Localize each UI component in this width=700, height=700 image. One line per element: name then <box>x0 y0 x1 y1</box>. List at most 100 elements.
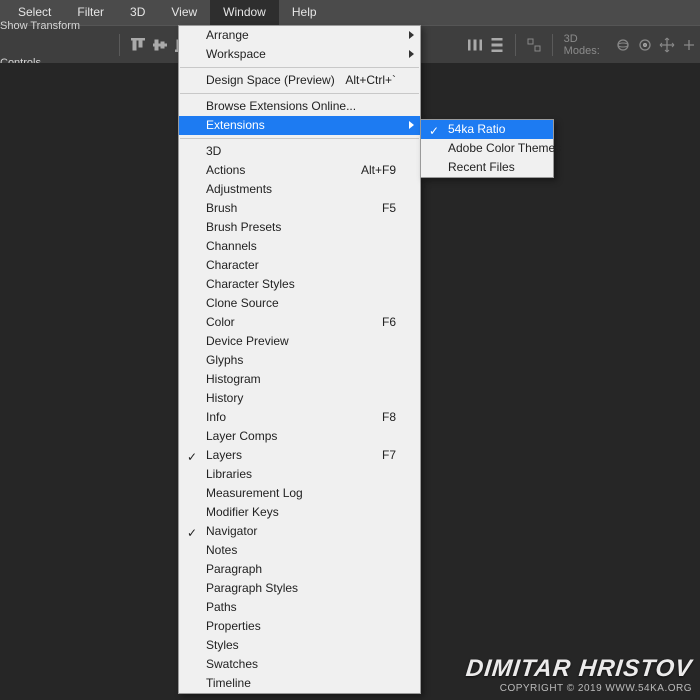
menuitem-notes[interactable]: Notes <box>179 541 420 560</box>
label: Design Space (Preview) <box>206 73 335 87</box>
menuitem-clone-source[interactable]: Clone Source <box>179 294 420 313</box>
menuitem-actions[interactable]: Actions Alt+F9 <box>179 161 420 180</box>
menuitem-properties[interactable]: Properties <box>179 617 420 636</box>
menuitem-character[interactable]: Character <box>179 256 420 275</box>
shortcut: F7 <box>382 446 396 465</box>
label: Paths <box>206 600 237 614</box>
menuitem-timeline[interactable]: Timeline <box>179 674 420 693</box>
label: Device Preview <box>206 334 289 348</box>
separator <box>119 34 120 56</box>
label: Measurement Log <box>206 486 303 500</box>
shortcut: F5 <box>382 199 396 218</box>
menuitem-styles[interactable]: Styles <box>179 636 420 655</box>
3d-slide-icon[interactable] <box>680 34 698 56</box>
menuitem-measurement-log[interactable]: Measurement Log <box>179 484 420 503</box>
label: Browse Extensions Online... <box>206 99 356 113</box>
label: Layer Comps <box>206 429 277 443</box>
menuitem-arrange[interactable]: Arrange <box>179 26 420 45</box>
label: Navigator <box>206 524 257 538</box>
menuitem-channels[interactable]: Channels <box>179 237 420 256</box>
3d-pan-icon[interactable] <box>658 34 676 56</box>
label: Styles <box>206 638 239 652</box>
menuitem-modifier-keys[interactable]: Modifier Keys <box>179 503 420 522</box>
submenu-arrow-icon <box>409 31 414 39</box>
menuitem-paths[interactable]: Paths <box>179 598 420 617</box>
label: Libraries <box>206 467 252 481</box>
menuitem-info[interactable]: Info F8 <box>179 408 420 427</box>
ext-item-adobe-color-themes[interactable]: Adobe Color Themes <box>421 139 553 158</box>
menuitem-adjustments[interactable]: Adjustments <box>179 180 420 199</box>
menu-separator <box>180 67 419 68</box>
menuitem-glyphs[interactable]: Glyphs <box>179 351 420 370</box>
separator <box>552 34 553 56</box>
shortcut: Alt+Ctrl+` <box>345 71 396 90</box>
menuitem-brush-presets[interactable]: Brush Presets <box>179 218 420 237</box>
label: Swatches <box>206 657 258 671</box>
extensions-submenu: ✓54ka RatioAdobe Color Themes Recent File… <box>420 119 554 178</box>
label: Character <box>206 258 259 272</box>
label: Properties <box>206 619 261 633</box>
label: Paragraph Styles <box>206 581 298 595</box>
label: Brush Presets <box>206 220 281 234</box>
label: Channels <box>206 239 257 253</box>
menuitem-workspace[interactable]: Workspace <box>179 45 420 64</box>
align-vcenter-icon[interactable] <box>151 34 169 56</box>
align-top-icon[interactable] <box>129 34 147 56</box>
menuitem-paragraph-styles[interactable]: Paragraph Styles <box>179 579 420 598</box>
auto-align-icon[interactable] <box>525 34 543 56</box>
menu-help[interactable]: Help <box>279 0 330 25</box>
label: Character Styles <box>206 277 295 291</box>
menu-view[interactable]: View <box>158 0 210 25</box>
window-dropdown: Arrange Workspace Design Space (Preview)… <box>178 25 421 694</box>
label: Actions <box>206 163 245 177</box>
label: Extensions <box>206 118 265 132</box>
ext-item-54ka-ratio[interactable]: ✓54ka Ratio <box>421 120 553 139</box>
menuitem-color[interactable]: Color F6 <box>179 313 420 332</box>
menuitem-character-styles[interactable]: Character Styles <box>179 275 420 294</box>
label: Color <box>206 315 235 329</box>
menuitem-layers[interactable]: ✓LayersF7 <box>179 446 420 465</box>
label: Timeline <box>206 676 251 690</box>
shortcut: F6 <box>382 313 396 332</box>
menu-window[interactable]: Window <box>210 0 279 25</box>
label: Arrange <box>206 28 249 42</box>
menuitem-device-preview[interactable]: Device Preview <box>179 332 420 351</box>
menuitem-libraries[interactable]: Libraries <box>179 465 420 484</box>
label: Info <box>206 410 226 424</box>
label: Clone Source <box>206 296 279 310</box>
label: History <box>206 391 243 405</box>
label: Paragraph <box>206 562 262 576</box>
ext-item-recent-files[interactable]: Recent Files <box>421 158 553 177</box>
shortcut: Alt+F9 <box>361 161 396 180</box>
label: Glyphs <box>206 353 243 367</box>
distribute-v-icon[interactable] <box>488 34 506 56</box>
menuitem-history[interactable]: History <box>179 389 420 408</box>
label: 54ka Ratio <box>448 122 505 136</box>
menuitem-swatches[interactable]: Swatches <box>179 655 420 674</box>
menu-3d[interactable]: 3D <box>117 0 158 25</box>
label: Layers <box>206 448 242 462</box>
label: Adjustments <box>206 182 272 196</box>
menuitem-extensions[interactable]: Extensions <box>179 116 420 135</box>
menuitem-layer-comps[interactable]: Layer Comps <box>179 427 420 446</box>
menu-separator <box>180 138 419 139</box>
label: Workspace <box>206 47 266 61</box>
label: Recent Files <box>448 160 515 174</box>
3d-orbit-icon[interactable] <box>614 34 632 56</box>
label: Histogram <box>206 372 261 386</box>
3d-roll-icon[interactable] <box>636 34 654 56</box>
menuitem-brush[interactable]: Brush F5 <box>179 199 420 218</box>
label: Adobe Color Themes <box>448 141 561 155</box>
menuitem-navigator[interactable]: ✓Navigator <box>179 522 420 541</box>
menuitem-paragraph[interactable]: Paragraph <box>179 560 420 579</box>
distribute-h-icon[interactable] <box>466 34 484 56</box>
label: Brush <box>206 201 237 215</box>
menuitem-3d[interactable]: 3D <box>179 142 420 161</box>
label: Notes <box>206 543 237 557</box>
menuitem-design-space[interactable]: Design Space (Preview) Alt+Ctrl+` <box>179 71 420 90</box>
shortcut: F8 <box>382 408 396 427</box>
submenu-arrow-icon <box>409 121 414 129</box>
menuitem-browse-extensions[interactable]: Browse Extensions Online... <box>179 97 420 116</box>
label: Modifier Keys <box>206 505 279 519</box>
menuitem-histogram[interactable]: Histogram <box>179 370 420 389</box>
